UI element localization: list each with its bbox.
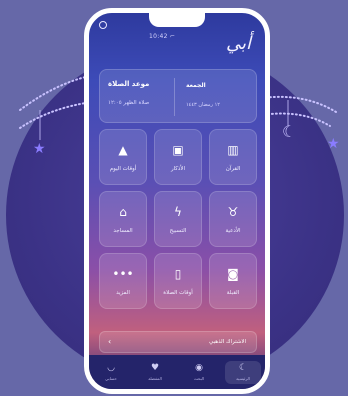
user-icon: ◡ xyxy=(107,362,115,373)
moon-icon: ☾ xyxy=(238,362,248,373)
tab-label: حسابي xyxy=(105,375,117,381)
tile-mosques[interactable]: ⌂ المساجد xyxy=(99,191,147,247)
date-main: الجمعة xyxy=(186,82,206,89)
prayer-name: موعد الصلاة xyxy=(108,80,150,88)
tile-prayer-times[interactable]: ▲ أوقات اليوم xyxy=(99,129,147,185)
settings-icon[interactable] xyxy=(99,21,107,29)
star-icon: ★ xyxy=(33,141,46,157)
tile-azkar[interactable]: ▣ الأذكار xyxy=(154,129,202,185)
door-icon: ▯ xyxy=(174,267,182,281)
tab-label: المفضلة xyxy=(148,375,162,381)
bottom-tab-bar: ◡ حسابي ♥ المفضلة ◉ البحث ☾ الرئيسية xyxy=(89,355,265,389)
dots-icon: ••• xyxy=(112,267,134,281)
tab-favorites[interactable]: ♥ المفضلة xyxy=(137,362,173,381)
tab-search[interactable]: ◉ البحث xyxy=(181,362,217,381)
premium-banner[interactable]: ‹ الاشتراك الذهبي xyxy=(99,331,257,353)
tab-profile[interactable]: ◡ حسابي xyxy=(93,362,129,381)
kaaba-icon: ◙ xyxy=(227,267,239,281)
tile-label: أوقات الصلاة xyxy=(163,290,193,296)
card-divider xyxy=(174,78,175,116)
hands-icon: ♉ xyxy=(227,205,239,219)
tile-prayer-schedule[interactable]: ▯ أوقات الصلاة xyxy=(154,253,202,309)
star-icon: ★ xyxy=(327,136,340,152)
tile-quran[interactable]: ▥ القرآن xyxy=(209,129,257,185)
status-center-text: 10:42 ⌐ xyxy=(149,33,176,40)
tile-label: القبلة xyxy=(226,290,240,296)
search-icon: ◉ xyxy=(195,362,203,373)
tile-qibla[interactable]: ◙ القبلة xyxy=(209,253,257,309)
mosque-icon: ▲ xyxy=(118,143,128,157)
app-logo: أبي xyxy=(225,33,251,54)
mosque-icon: ⌂ xyxy=(119,205,127,219)
chat-icon: ▣ xyxy=(172,143,184,157)
heart-icon: ♥ xyxy=(150,362,160,373)
date-sub: ١٢ رمضان ١٤٤٣ xyxy=(186,102,220,108)
tile-label: الأذكار xyxy=(170,166,186,172)
tab-label: البحث xyxy=(193,375,205,381)
lightning-icon: ϟ xyxy=(174,205,182,219)
tile-label: أوقات اليوم xyxy=(109,166,137,172)
tile-more[interactable]: ••• المزيد xyxy=(99,253,147,309)
tile-label: المساجد xyxy=(113,228,133,234)
banner-text: الاشتراك الذهبي xyxy=(208,339,246,345)
feature-grid: ▲ أوقات اليوم ▣ الأذكار ▥ القرآن ⌂ المسا… xyxy=(99,129,257,309)
tab-label: الرئيسية xyxy=(236,375,250,381)
phone-frame: 10:42 ⌐ أبي موعد الصلاة صلاة الظهر ١٢:٠٥… xyxy=(84,8,270,394)
tile-label: المزيد xyxy=(116,290,130,296)
prayer-time: صلاة الظهر ١٢:٠٥ xyxy=(108,100,150,106)
tile-label: الأدعية xyxy=(225,228,241,234)
tile-duas[interactable]: ♉ الأدعية xyxy=(209,191,257,247)
chevron-left-icon: ‹ xyxy=(108,337,112,346)
tile-label: التسبيح xyxy=(169,228,187,234)
prayer-date-card[interactable]: موعد الصلاة صلاة الظهر ١٢:٠٥ الجمعة ١٢ ر… xyxy=(99,69,257,123)
book-icon: ▥ xyxy=(227,143,239,157)
tile-tasbeeh[interactable]: ϟ التسبيح xyxy=(154,191,202,247)
crescent-icon: ☾ xyxy=(282,122,297,141)
tab-home[interactable]: ☾ الرئيسية xyxy=(225,360,261,384)
tile-label: القرآن xyxy=(225,166,241,172)
